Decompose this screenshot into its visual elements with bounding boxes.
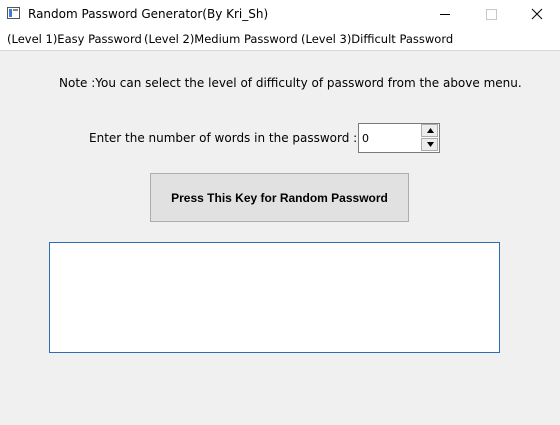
arrow-up-icon [427, 128, 434, 133]
maximize-button[interactable] [468, 0, 514, 29]
menu-item-difficult-password[interactable]: (Level 3)Difficult Password [301, 32, 453, 47]
minimize-button[interactable] [422, 0, 468, 29]
password-output-field[interactable] [49, 242, 500, 353]
generate-password-button[interactable]: Press This Key for Random Password [150, 173, 409, 222]
arrow-down-icon [427, 142, 434, 147]
app-window: Random Password Generator(By Kri_Sh) (Le… [0, 0, 560, 425]
word-count-input[interactable] [359, 124, 419, 152]
close-button[interactable] [514, 0, 560, 29]
close-icon [531, 8, 543, 20]
menu-item-easy-password[interactable]: (Level 1)Easy Password [7, 32, 142, 47]
menu-item-medium-password[interactable]: (Level 2)Medium Password [144, 32, 298, 47]
note-text: Note :You can select the level of diffic… [59, 76, 522, 90]
app-window-icon [7, 7, 20, 19]
menu-bar: (Level 1)Easy Password (Level 2)Medium P… [0, 29, 560, 51]
word-count-label: Enter the number of words in the passwor… [89, 131, 358, 145]
title-bar[interactable]: Random Password Generator(By Kri_Sh) [0, 0, 560, 29]
spin-up-button[interactable] [421, 124, 438, 137]
window-title: Random Password Generator(By Kri_Sh) [28, 7, 269, 21]
spin-down-button[interactable] [421, 138, 438, 151]
word-count-spinbox[interactable] [358, 123, 440, 153]
